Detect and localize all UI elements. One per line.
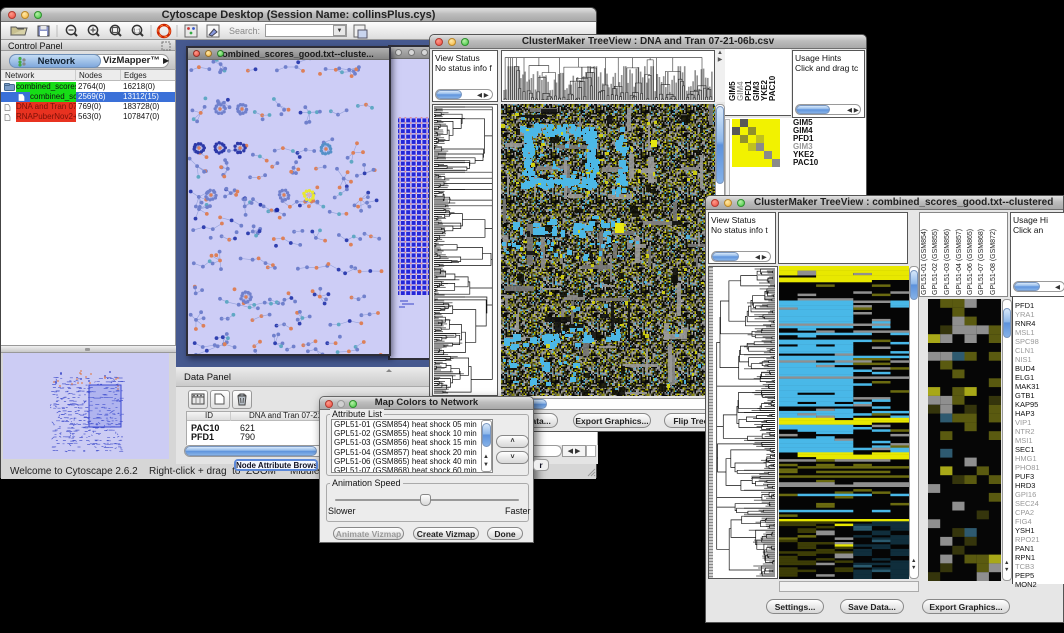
svg-text:1:1: 1:1 — [133, 29, 141, 35]
svg-text:Search:: Search: — [229, 26, 260, 36]
